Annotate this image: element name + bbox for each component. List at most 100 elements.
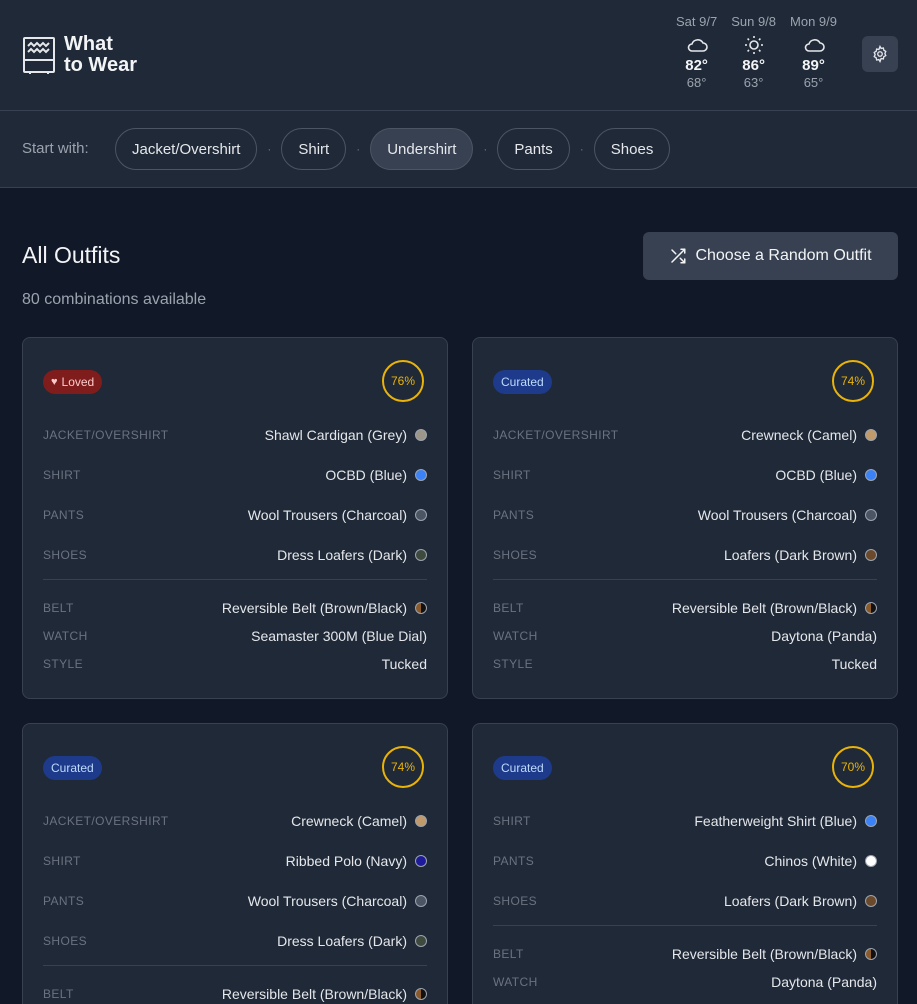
wardrobe-icon: [23, 36, 55, 74]
color-swatch: [415, 509, 427, 521]
color-swatch: [865, 602, 877, 614]
item-category: STYLE: [493, 657, 534, 671]
color-swatch: [865, 549, 877, 561]
chip-pants[interactable]: Pants: [497, 128, 570, 170]
app-title: What to Wear: [64, 33, 137, 76]
item-value: Reversible Belt (Brown/Black): [672, 600, 877, 616]
outfit-row-belt: BELT Reversible Belt (Brown/Black): [43, 984, 427, 1004]
item-name: Ribbed Polo (Navy): [285, 853, 407, 869]
item-category: PANTS: [43, 508, 85, 522]
item-name: Wool Trousers (Charcoal): [697, 507, 857, 523]
color-swatch: [865, 509, 877, 521]
outfit-row-shirt: SHIRT OCBD (Blue): [43, 465, 427, 485]
chip-separator: ·: [483, 142, 488, 156]
settings-button[interactable]: [862, 36, 898, 72]
item-name: Loafers (Dark Brown): [723, 547, 857, 563]
color-swatch: [415, 429, 427, 441]
card-divider: [493, 579, 877, 580]
match-score: 76%: [382, 360, 424, 402]
item-name: Reversible Belt (Brown/Black): [221, 600, 407, 616]
app-header: What to Wear Sat 9/7 82° 68° Sun 9/8 86°…: [0, 0, 917, 111]
item-category: SHIRT: [493, 814, 531, 828]
sun-icon: [744, 36, 763, 54]
outfit-row-pants: PANTS Wool Trousers (Charcoal): [43, 891, 427, 911]
item-category: SHOES: [493, 548, 538, 562]
card-divider: [493, 925, 877, 926]
outfit-row-watch: WATCH Seamaster 300M (Blue Dial): [43, 626, 427, 646]
shuffle-icon: [671, 248, 686, 264]
item-value: Chinos (White): [764, 853, 877, 869]
outfit-row-shirt: SHIRT Featherweight Shirt (Blue): [493, 811, 877, 831]
outfit-card[interactable]: Curated 70% SHIRT Featherweight Shirt (Blue…: [472, 723, 898, 1004]
item-value: OCBD (Blue): [775, 467, 877, 483]
item-category: SHOES: [43, 548, 88, 562]
color-swatch: [415, 469, 427, 481]
item-name: OCBD (Blue): [325, 467, 407, 483]
badge-label: Curated: [501, 375, 544, 389]
color-swatch: [415, 815, 427, 827]
item-value: Wool Trousers (Charcoal): [248, 893, 427, 909]
color-swatch: [415, 895, 427, 907]
chip-separator: ·: [356, 142, 361, 156]
item-name: Chinos (White): [764, 853, 857, 869]
item-category: BELT: [493, 601, 524, 615]
cloud-icon: [687, 39, 708, 52]
item-category: STYLE: [43, 657, 84, 671]
item-value: Daytona (Panda): [771, 628, 877, 644]
outfit-card[interactable]: Curated 74% JACKET/OVERSHIRT Crewneck (Came…: [472, 337, 898, 699]
chip-undershirt[interactable]: Undershirt: [370, 128, 474, 170]
color-swatch: [415, 988, 427, 1000]
page-title: All Outfits: [22, 242, 121, 268]
color-swatch: [865, 948, 877, 960]
item-value: Reversible Belt (Brown/Black): [222, 986, 427, 1002]
weather-day: Sat 9/7 82° 68°: [676, 14, 718, 90]
item-category: PANTS: [43, 894, 85, 908]
item-name: Shawl Cardigan (Grey): [264, 427, 407, 443]
item-name: Reversible Belt (Brown/Black): [671, 946, 857, 962]
item-value: Tucked: [832, 656, 877, 672]
item-value: Reversible Belt (Brown/Black): [672, 946, 877, 962]
item-category: SHIRT: [493, 468, 531, 482]
weather-day: Sun 9/8 86° 63°: [731, 14, 777, 90]
card-divider: [43, 579, 427, 580]
item-value: Featherweight Shirt (Blue): [694, 813, 877, 829]
item-value: Wool Trousers (Charcoal): [698, 507, 877, 523]
item-category: BELT: [493, 947, 524, 961]
chip-shirt[interactable]: Shirt: [281, 128, 347, 170]
badge-label: Curated: [51, 761, 94, 775]
outfit-row-shoes: SHOES Loafers (Dark Brown): [493, 545, 877, 565]
item-name: Daytona (Panda): [771, 974, 877, 990]
chip-separator: ·: [267, 142, 272, 156]
match-score: 74%: [832, 360, 874, 402]
item-name: Seamaster 300M (Blue Dial): [251, 628, 427, 644]
chip-separator: ·: [579, 142, 584, 156]
match-score: 74%: [382, 746, 424, 788]
item-name: Crewneck (Camel): [291, 813, 407, 829]
outfit-row-pants: PANTS Wool Trousers (Charcoal): [493, 505, 877, 525]
random-outfit-button[interactable]: Choose a Random Outfit: [643, 232, 898, 280]
color-swatch: [865, 429, 877, 441]
chip-jacket-overshirt[interactable]: Jacket/Overshirt: [115, 128, 258, 170]
item-category: BELT: [43, 601, 74, 615]
item-value: Crewneck (Camel): [741, 427, 877, 443]
curated-badge: Curated: [493, 756, 552, 780]
item-name: Wool Trousers (Charcoal): [247, 893, 407, 909]
badge-label: Curated: [501, 761, 544, 775]
weather-day: Mon 9/9 89° 65°: [790, 14, 838, 90]
badge-label: Loved: [61, 375, 95, 389]
outfit-row-watch: WATCH Daytona (Panda): [493, 626, 877, 646]
color-swatch: [865, 469, 877, 481]
item-name: Loafers (Dark Brown): [723, 893, 857, 909]
outfit-row-style: STYLE Tucked: [43, 654, 427, 674]
item-value: Crewneck (Camel): [291, 813, 427, 829]
item-name: Reversible Belt (Brown/Black): [221, 986, 407, 1002]
app-logo[interactable]: What to Wear: [22, 34, 137, 76]
curated-badge: Curated: [493, 370, 552, 394]
item-category: PANTS: [493, 854, 535, 868]
outfit-card[interactable]: Curated 74% JACKET/OVERSHIRT Crewneck (Came…: [22, 723, 448, 1004]
outfit-row-belt: BELT Reversible Belt (Brown/Black): [493, 598, 877, 618]
outfit-row-jacket-overshirt: JACKET/OVERSHIRT Crewneck (Camel): [493, 425, 877, 445]
chip-shoes[interactable]: Shoes: [593, 128, 671, 170]
item-category: JACKET/OVERSHIRT: [43, 814, 169, 828]
outfit-card[interactable]: ♥ Loved 76% JACKET/OVERSHIRT Shawl Cardigan …: [22, 337, 448, 699]
